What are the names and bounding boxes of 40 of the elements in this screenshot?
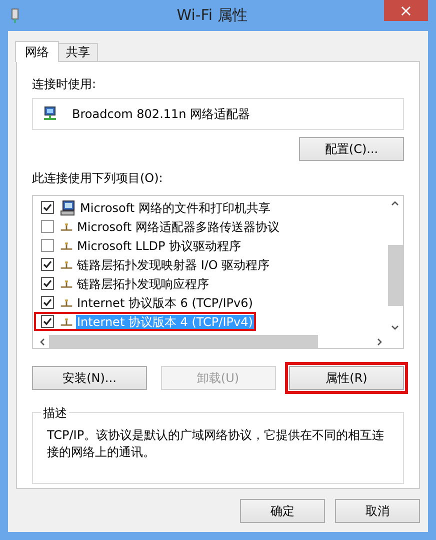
window-title: Wi-Fi 属性	[176, 6, 248, 25]
properties-button[interactable]: 属性(R)	[289, 366, 404, 390]
protocol-icon	[60, 298, 73, 306]
list-item[interactable]: Microsoft LLDP 协议驱动程序	[76, 238, 242, 252]
computer-icon	[60, 200, 76, 216]
cancel-button[interactable]: 取消	[335, 499, 420, 523]
network-adapter-icon	[42, 106, 58, 122]
connect-using-label: 连接时使用:	[32, 76, 98, 93]
scroll-right-icon[interactable]	[377, 338, 383, 346]
protocol-icon	[60, 318, 73, 326]
list-item[interactable]: Microsoft 网络的文件和打印机共享	[79, 200, 272, 214]
tab[interactable]: 网络	[15, 41, 59, 62]
ok-button[interactable]: 确定	[240, 499, 325, 523]
items-label: 此连接使用下列项目(O):	[32, 170, 164, 187]
configure-button[interactable]: 配置(C)...	[299, 137, 404, 161]
checkbox[interactable]	[41, 220, 54, 233]
install-button[interactable]: 安装(N)...	[32, 366, 147, 390]
checkbox[interactable]	[41, 296, 54, 309]
protocol-icon	[60, 222, 73, 230]
protocol-icon	[60, 280, 73, 288]
list-item[interactable]: 链路层拓扑发现响应程序	[76, 276, 210, 290]
checkbox[interactable]	[41, 239, 54, 252]
close-button[interactable]: ×	[384, 0, 428, 21]
scroll-up-icon[interactable]	[391, 200, 399, 206]
description-text: TCP/IP。该协议是默认的广域网络协议，它提供在不同的相互连接的网络上的通讯。	[47, 427, 386, 461]
adapter-name: Broadcom 802.11n 网络适配器	[72, 106, 250, 122]
checkbox[interactable]	[41, 315, 54, 328]
checkbox[interactable]	[41, 258, 54, 271]
tab[interactable]: 共享	[58, 43, 98, 61]
protocol-icon	[60, 242, 73, 250]
scroll-down-icon[interactable]	[391, 325, 399, 331]
list-item[interactable]: Microsoft 网络适配器多路传送器协议	[76, 220, 280, 234]
description-legend: 描述	[41, 405, 69, 422]
wifi-adapter-icon	[10, 8, 20, 24]
scroll-left-icon[interactable]	[39, 338, 45, 346]
checkbox[interactable]	[41, 201, 54, 214]
list-item[interactable]: Internet 协议版本 6 (TCP/IPv6)	[76, 296, 254, 310]
list-item[interactable]: 链路层拓扑发现映射器 I/O 驱动程序	[76, 258, 271, 272]
protocol-icon	[60, 260, 73, 268]
checkbox[interactable]	[41, 277, 54, 290]
